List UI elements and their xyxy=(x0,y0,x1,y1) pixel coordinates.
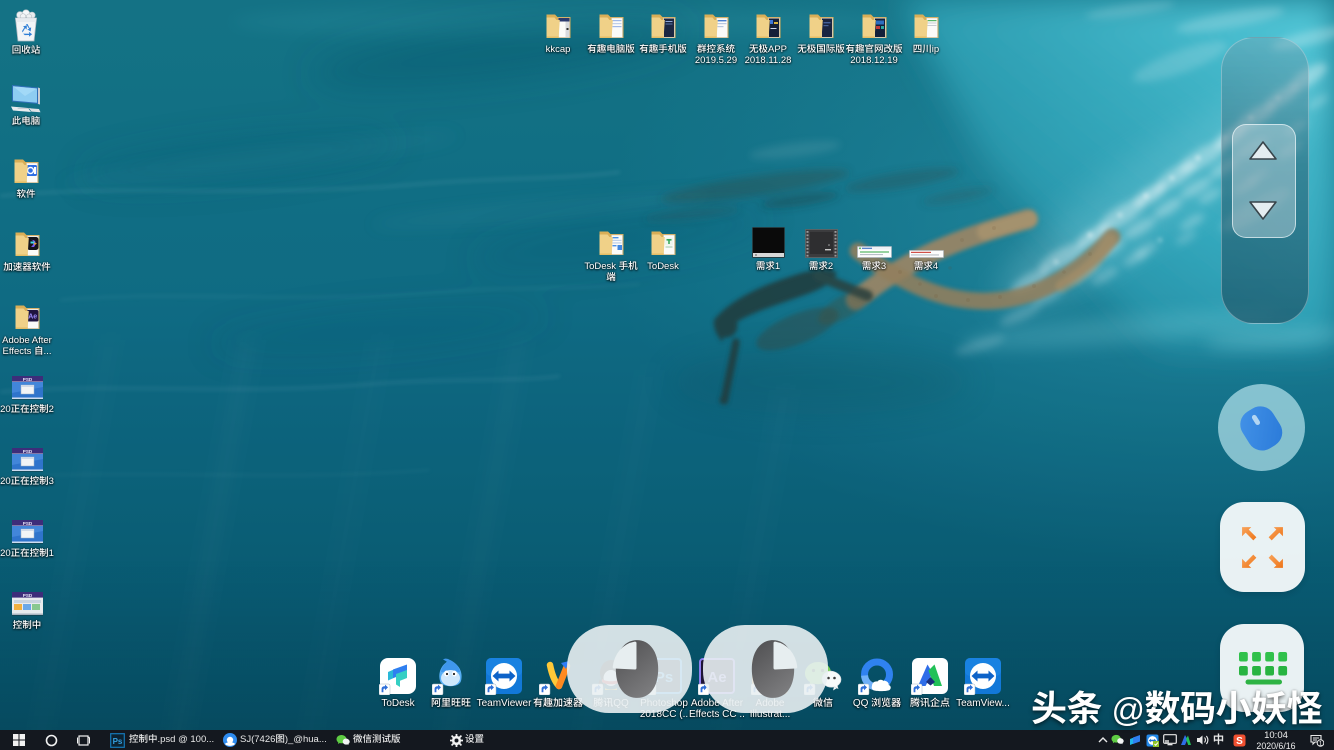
svg-text:Ps: Ps xyxy=(113,737,123,746)
svg-text:Ae: Ae xyxy=(28,314,37,321)
svg-text:PSD: PSD xyxy=(22,593,32,598)
svg-text:PSD: PSD xyxy=(22,449,32,454)
svg-text:PSD: PSD xyxy=(22,377,32,382)
svg-text:PSD: PSD xyxy=(22,521,32,526)
svg-text:1: 1 xyxy=(1319,740,1323,747)
svg-text:S: S xyxy=(1236,736,1243,747)
